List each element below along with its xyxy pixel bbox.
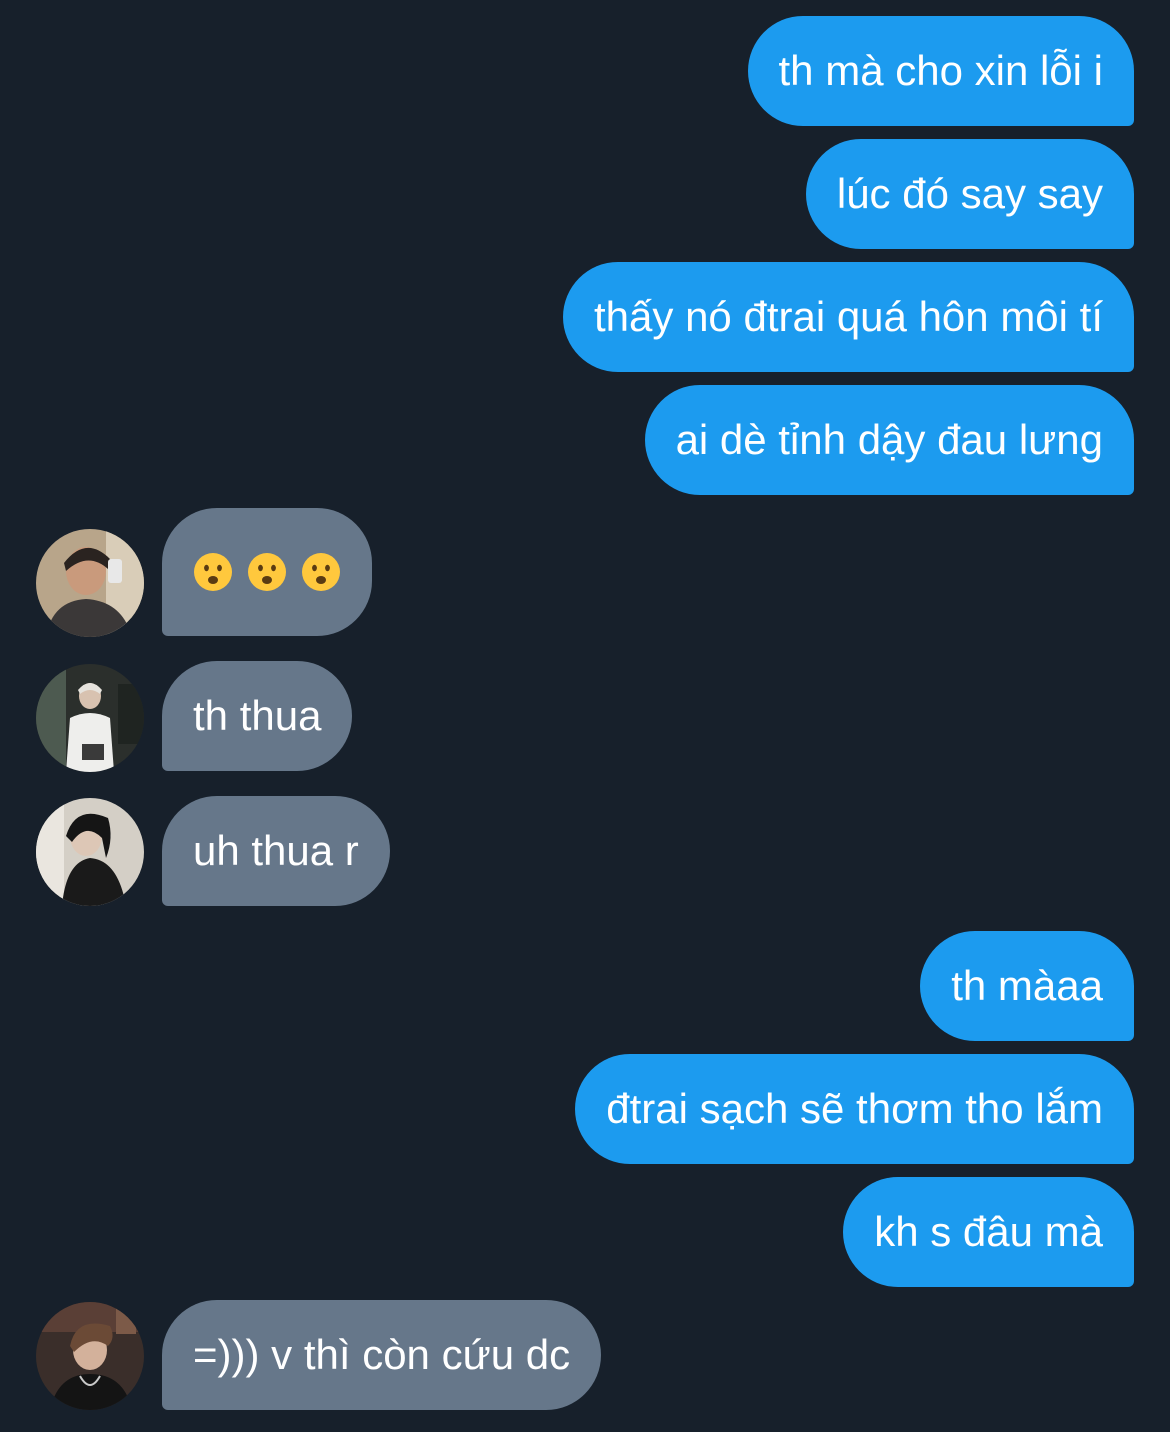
incoming-message[interactable]: uh thua r <box>162 796 390 906</box>
message-text: th mà cho xin lỗi i <box>778 47 1103 94</box>
incoming-message[interactable]: th thua <box>162 661 353 771</box>
outgoing-message[interactable]: kh s đâu mà <box>843 1177 1134 1287</box>
outgoing-message[interactable]: th màaa <box>920 931 1134 1041</box>
frowning-face-emoji-icon <box>248 553 286 591</box>
frowning-face-emoji-icon <box>302 553 340 591</box>
avatar-photo-icon <box>36 1302 144 1410</box>
avatar-photo-icon <box>36 798 144 906</box>
outgoing-message[interactable]: thấy nó đtrai quá hôn môi tí <box>563 262 1134 372</box>
outgoing-message[interactable]: lúc đó say say <box>805 139 1134 249</box>
message-text: đtrai sạch sẽ thơm tho lắm <box>606 1085 1103 1132</box>
avatar-photo-icon <box>36 664 144 772</box>
incoming-message[interactable]: =))) v thì còn cứu dc <box>162 1300 602 1410</box>
user-avatar[interactable] <box>36 798 144 906</box>
incoming-message[interactable] <box>162 508 372 636</box>
outgoing-message[interactable]: đtrai sạch sẽ thơm tho lắm <box>575 1054 1134 1164</box>
user-avatar[interactable] <box>36 529 144 637</box>
outgoing-message[interactable]: ai dè tỉnh dậy đau lưng <box>644 385 1134 495</box>
message-text: lúc đó say say <box>836 170 1103 217</box>
message-text: ai dè tỉnh dậy đau lưng <box>675 416 1103 463</box>
message-text: th thua <box>193 692 322 739</box>
message-text: kh s đâu mà <box>874 1208 1103 1255</box>
message-text: =))) v thì còn cứu dc <box>193 1331 571 1378</box>
message-text: uh thua r <box>193 827 359 874</box>
frowning-face-emoji-icon <box>194 553 232 591</box>
message-text: th màaa <box>951 962 1103 1009</box>
user-avatar[interactable] <box>36 1302 144 1410</box>
outgoing-message[interactable]: th mà cho xin lỗi i <box>747 16 1134 126</box>
message-text: thấy nó đtrai quá hôn môi tí <box>594 293 1103 340</box>
avatar-photo-icon <box>36 529 144 637</box>
user-avatar[interactable] <box>36 664 144 772</box>
